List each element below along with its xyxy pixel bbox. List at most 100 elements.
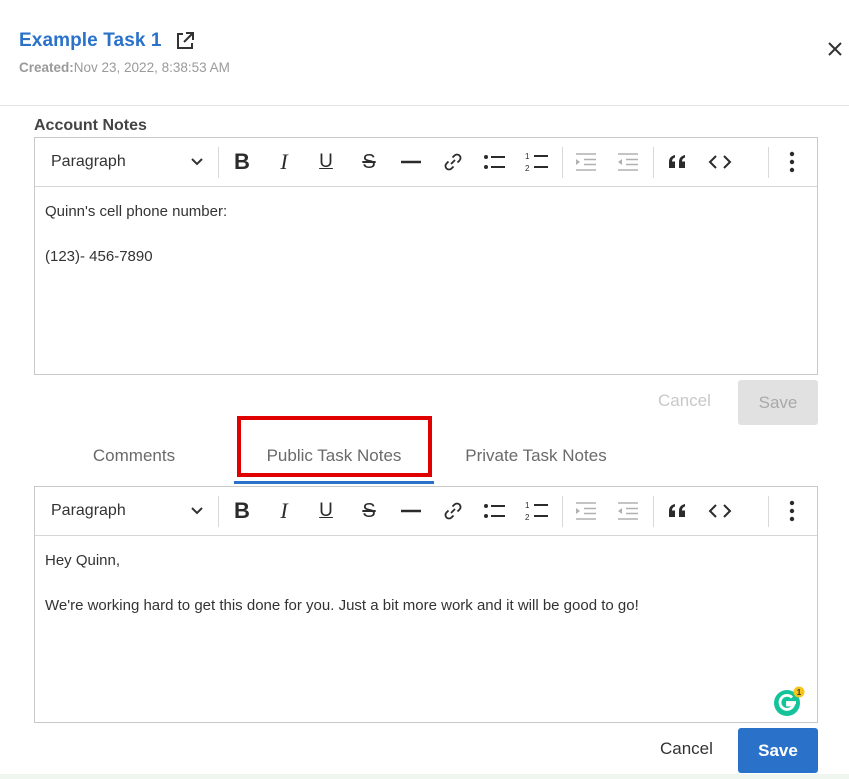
blockquote-icon xyxy=(669,504,685,517)
toolbar-divider xyxy=(653,496,654,527)
tab-comments[interactable]: Comments xyxy=(34,430,234,482)
bold-button[interactable]: B xyxy=(227,147,257,177)
close-button[interactable] xyxy=(822,36,848,62)
tab-public-task-notes[interactable]: Public Task Notes xyxy=(234,430,434,482)
task-header: Example Task 1 Created:Nov 23, 2022, 8:3… xyxy=(0,0,849,106)
toolbar-divider xyxy=(562,147,563,178)
link-icon xyxy=(444,502,462,520)
title-row: Example Task 1 xyxy=(19,30,195,52)
link-button[interactable] xyxy=(438,147,468,177)
italic-button[interactable]: I xyxy=(269,147,299,177)
svg-text:2: 2 xyxy=(525,513,530,522)
indent-button[interactable] xyxy=(571,496,601,526)
created-value: Nov 23, 2022, 8:38:53 AM xyxy=(73,60,230,75)
bulleted-list-button[interactable] xyxy=(480,147,510,177)
underline-button[interactable]: U xyxy=(311,147,341,177)
numbered-list-button[interactable]: 12 xyxy=(522,147,552,177)
strikethrough-button[interactable]: S xyxy=(354,496,384,526)
task-notes-content[interactable]: Hey Quinn, We're working hard to get thi… xyxy=(35,536,817,654)
account-notes-editor: Paragraph B I U S 12 Quinn's cell phone … xyxy=(34,137,818,375)
outdent-icon xyxy=(618,153,638,171)
strikethrough-button[interactable]: S xyxy=(354,147,384,177)
paragraph-format-value: Paragraph xyxy=(51,153,126,170)
outdent-button[interactable] xyxy=(613,496,643,526)
more-options-button[interactable] xyxy=(777,496,807,526)
account-notes-save-button[interactable]: Save xyxy=(738,380,818,425)
account-notes-content[interactable]: Quinn's cell phone number: (123)- 456-78… xyxy=(35,187,817,305)
code-icon xyxy=(708,155,732,169)
active-tab-indicator xyxy=(234,481,434,484)
task-notes-cancel-button[interactable]: Cancel xyxy=(660,739,713,759)
task-notes-editor: Paragraph B I U S 12 Hey Quinn, We're wo… xyxy=(34,486,818,723)
bold-icon: B xyxy=(234,498,250,523)
chevron-down-icon xyxy=(191,507,203,515)
note-line: Hey Quinn, xyxy=(45,552,121,569)
horizontal-line-icon xyxy=(401,160,421,164)
toolbar-divider xyxy=(218,496,219,527)
numbered-list-icon: 12 xyxy=(525,152,548,173)
paragraph-format-select[interactable]: Paragraph xyxy=(35,138,218,186)
tab-private-task-notes[interactable]: Private Task Notes xyxy=(434,430,638,482)
svg-text:1: 1 xyxy=(525,501,530,510)
svg-text:1: 1 xyxy=(525,152,530,161)
code-icon xyxy=(708,504,732,518)
bulleted-list-icon xyxy=(484,504,505,518)
italic-button[interactable]: I xyxy=(269,496,299,526)
strikethrough-icon: S xyxy=(362,150,376,173)
outdent-button[interactable] xyxy=(613,147,643,177)
horizontal-line-icon xyxy=(401,509,421,513)
blockquote-button[interactable] xyxy=(663,147,693,177)
created-timestamp: Created:Nov 23, 2022, 8:38:53 AM xyxy=(19,60,230,75)
horizontal-line-button[interactable] xyxy=(396,496,426,526)
note-line: We're working hard to get this done for … xyxy=(45,597,639,614)
toolbar-divider xyxy=(768,496,769,527)
note-line: (123)- 456-7890 xyxy=(45,248,153,265)
grammarly-button[interactable]: 1 xyxy=(773,686,805,716)
task-notes-save-button[interactable]: Save xyxy=(738,728,818,773)
code-button[interactable] xyxy=(705,147,735,177)
toolbar-divider xyxy=(562,496,563,527)
toolbar-divider xyxy=(768,147,769,178)
bold-button[interactable]: B xyxy=(227,496,257,526)
external-link-icon[interactable] xyxy=(175,31,195,51)
code-button[interactable] xyxy=(705,496,735,526)
grammarly-icon: 1 xyxy=(774,686,805,716)
indent-icon xyxy=(576,502,596,520)
underline-icon: U xyxy=(319,500,333,521)
bottom-edge xyxy=(0,774,849,779)
bulleted-list-button[interactable] xyxy=(480,496,510,526)
strikethrough-icon: S xyxy=(362,499,376,522)
account-notes-label: Account Notes xyxy=(34,117,147,134)
blockquote-button[interactable] xyxy=(663,496,693,526)
task-title[interactable]: Example Task 1 xyxy=(19,30,162,52)
more-options-button[interactable] xyxy=(777,147,807,177)
bold-icon: B xyxy=(234,149,250,174)
more-vertical-icon xyxy=(789,500,795,522)
blockquote-icon xyxy=(669,155,685,168)
indent-icon xyxy=(576,153,596,171)
paragraph-format-value: Paragraph xyxy=(51,502,126,519)
svg-text:2: 2 xyxy=(525,164,530,173)
close-icon[interactable] xyxy=(827,41,843,57)
indent-button[interactable] xyxy=(571,147,601,177)
paragraph-format-select[interactable]: Paragraph xyxy=(35,487,218,535)
italic-icon: I xyxy=(280,149,288,174)
toolbar-divider xyxy=(218,147,219,178)
editor-toolbar: Paragraph B I U S 12 xyxy=(35,487,817,536)
grammarly-badge-count: 1 xyxy=(797,688,802,697)
numbered-list-icon: 12 xyxy=(525,501,548,522)
numbered-list-button[interactable]: 12 xyxy=(522,496,552,526)
link-button[interactable] xyxy=(438,496,468,526)
notes-tabs: Comments Public Task Notes Private Task … xyxy=(34,430,818,485)
outdent-icon xyxy=(618,502,638,520)
underline-button[interactable]: U xyxy=(311,496,341,526)
more-vertical-icon xyxy=(789,151,795,173)
created-label: Created: xyxy=(19,60,74,75)
horizontal-line-button[interactable] xyxy=(396,147,426,177)
underline-icon: U xyxy=(319,151,333,172)
toolbar-divider xyxy=(653,147,654,178)
note-line: Quinn's cell phone number: xyxy=(45,203,228,220)
account-notes-cancel-button[interactable]: Cancel xyxy=(658,391,711,411)
chevron-down-icon xyxy=(191,158,203,166)
bulleted-list-icon xyxy=(484,155,505,169)
